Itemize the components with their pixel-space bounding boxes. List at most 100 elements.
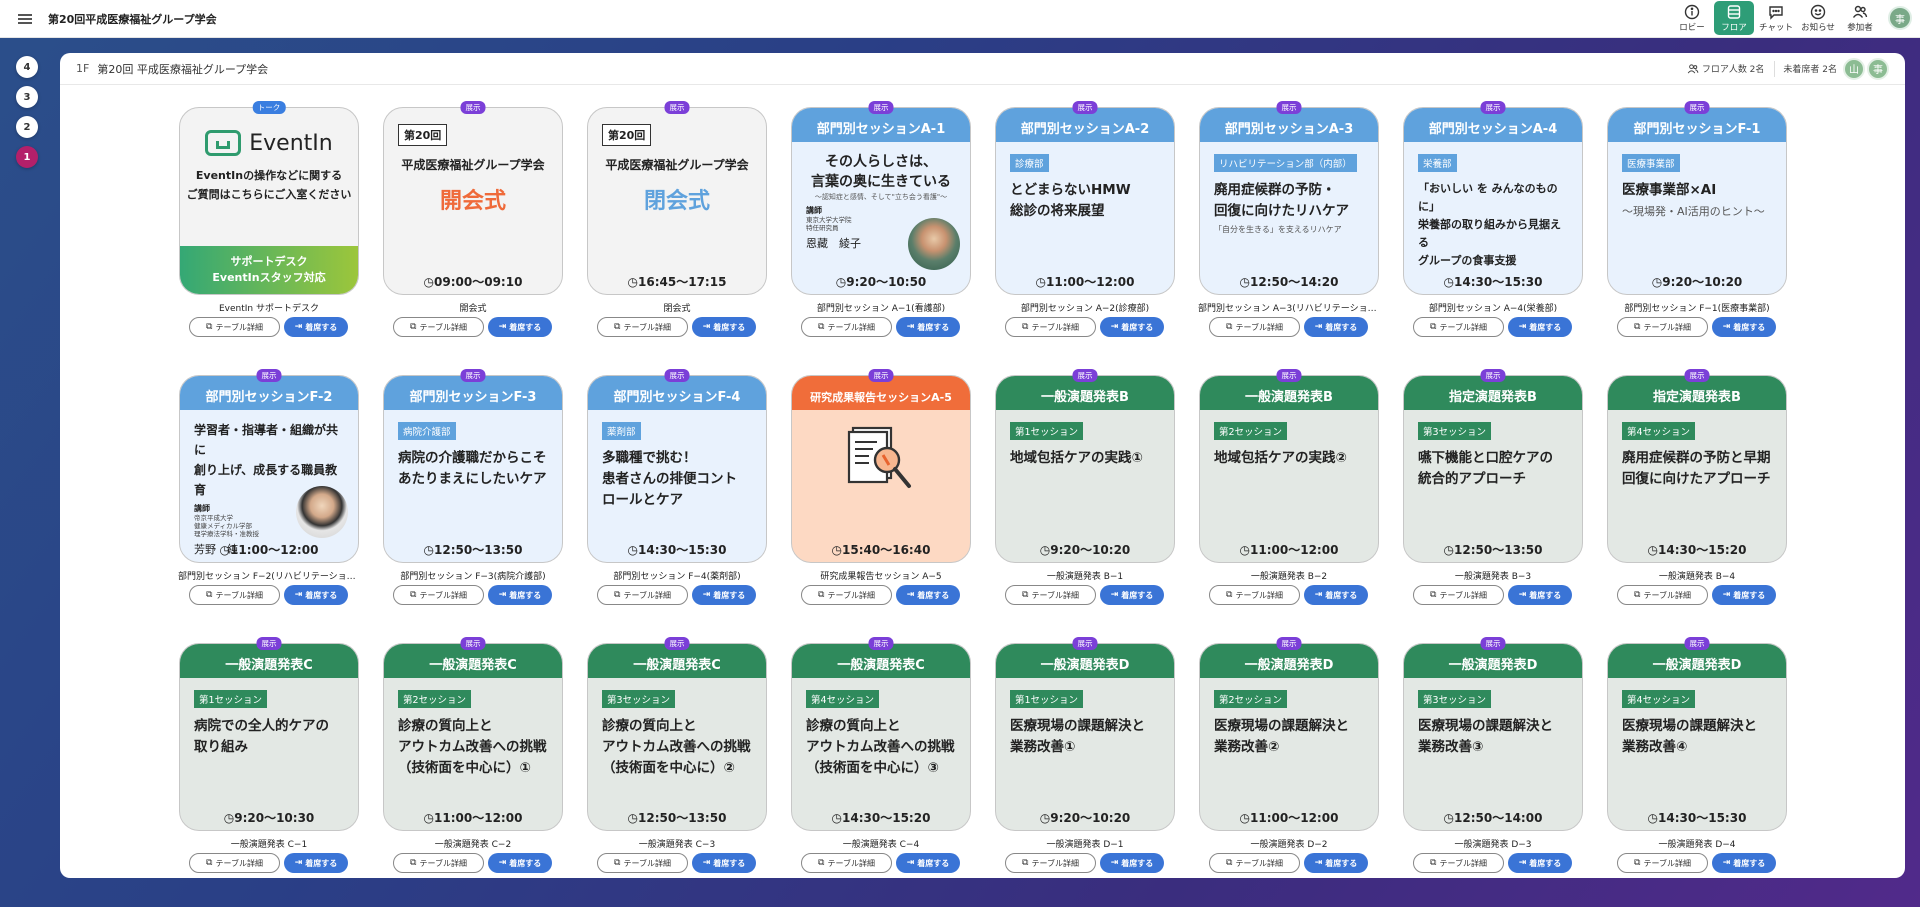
table-detail-button[interactable]: テーブル詳細 [801, 317, 892, 337]
support-footer: サポートデスク EventInスタッフ対応 [180, 246, 358, 294]
type-badge: 展示 [1684, 637, 1710, 650]
table-detail-button[interactable]: テーブル詳細 [393, 317, 484, 337]
nav-chat[interactable]: チャット [1756, 1, 1796, 35]
session-card[interactable]: 一般演題発表D第3セッション医療現場の課題解決と業務改善③12:50〜14:00 [1403, 643, 1583, 831]
session-card[interactable]: 一般演題発表C 第2セッション 診療の質向上と アウトカム改善への挑戦 （技術面を中心に… [383, 643, 563, 831]
session-card[interactable]: 第20回平成医療福祉グループ学会開会式 09:00〜09:10 [383, 107, 563, 295]
seat-button[interactable]: 着席する [692, 853, 756, 873]
nav-lobby[interactable]: ロビー [1672, 1, 1712, 35]
seat-button[interactable]: 着席する [1508, 853, 1572, 873]
seat-button[interactable]: 着席する [1304, 585, 1368, 605]
table-detail-button[interactable]: テーブル詳細 [1413, 585, 1504, 605]
table-detail-button[interactable]: テーブル詳細 [801, 585, 892, 605]
floor-count[interactable]: フロア人数 2名 [1687, 62, 1764, 75]
session-card[interactable]: 指定演題発表B第3セッション嚥下機能と口腔ケアの統合的アプローチ12:50〜13… [1403, 375, 1583, 563]
seat-button[interactable]: 着席する [1712, 853, 1776, 873]
table-detail-button[interactable]: テーブル詳細 [1413, 317, 1504, 337]
seat-button[interactable]: 着席する [692, 585, 756, 605]
table-detail-button[interactable]: テーブル詳細 [1005, 317, 1096, 337]
table-cell: 展示 一般演題発表C 第2セッション 診療の質向上と アウトカム改善への挑戦 （技術面を中… [382, 637, 564, 878]
session-card[interactable]: 一般演題発表C 第3セッション 診療の質向上と アウトカム改善への挑戦 （技術面を中心に… [587, 643, 767, 831]
session-card[interactable]: 一般演題発表B第2セッション地域包括ケアの実践②11:00〜12:00 [1199, 375, 1379, 563]
seat-button[interactable]: 着席する [488, 317, 552, 337]
participant-avatar[interactable]: 事 [1867, 57, 1889, 80]
seat-button[interactable]: 着席する [284, 317, 348, 337]
session-card[interactable]: 部門別セッションA-2診療部とどまらないHMW総診の将来展望11:00〜12:0… [995, 107, 1175, 295]
session-card[interactable]: 一般演題発表B第1セッション地域包括ケアの実践①9:20〜10:20 [995, 375, 1175, 563]
floor-button-1[interactable]: 1 [16, 146, 38, 168]
table-detail-button[interactable]: テーブル詳細 [801, 853, 892, 873]
floor-button-2[interactable]: 2 [16, 116, 38, 138]
table-detail-button[interactable]: テーブル詳細 [393, 853, 484, 873]
table-detail-button[interactable]: テーブル詳細 [597, 853, 688, 873]
title-line: 地域包括ケアの実践① [1010, 450, 1143, 466]
session-card[interactable]: 一般演題発表C 第4セッション 診療の質向上と アウトカム改善への挑戦 （技術面を中心に… [791, 643, 971, 831]
type-badge: 展示 [664, 369, 690, 382]
menu-icon[interactable] [18, 13, 32, 24]
session-card[interactable]: 部門別セッションA-1 その人らしさは、 言葉の奥に生きている 〜認知症と感情、そして… [791, 107, 971, 295]
participant-avatar[interactable]: 山 [1843, 57, 1865, 80]
seat-button[interactable]: 着席する [896, 317, 960, 337]
session-card[interactable]: 部門別セッションA-3 リハビリテーション部（内部） 廃用症候群の予防・ 回復に向けた… [1199, 107, 1379, 295]
table-detail-button[interactable]: テーブル詳細 [1617, 317, 1708, 337]
table-name: 部門別セッション F−1(医療事業部) [1624, 304, 1770, 314]
title-line: （技術面を中心に）① [398, 760, 531, 776]
session-card[interactable]: 一般演題発表D第1セッション医療現場の課題解決と業務改善①9:20〜10:20 [995, 643, 1175, 831]
table-detail-button[interactable]: テーブル詳細 [189, 853, 280, 873]
seat-button[interactable]: 着席する [1304, 853, 1368, 873]
session-card[interactable]: 一般演題発表D第4セッション医療現場の課題解決と業務改善④14:30〜15:30 [1607, 643, 1787, 831]
seat-button[interactable]: 着席する [488, 853, 552, 873]
seat-button[interactable]: 着席する [692, 317, 756, 337]
table-name: 部門別セッション A−4(栄養部) [1428, 304, 1558, 314]
seat-button[interactable]: 着席する [1100, 853, 1164, 873]
session-card[interactable]: 第20回平成医療福祉グループ学会閉会式 16:45〜17:15 [587, 107, 767, 295]
session-card[interactable]: 部門別セッションA-4 栄養部 「おいしい を みんなのものに」 栄養部の取り組みから… [1403, 107, 1583, 295]
table-detail-button[interactable]: テーブル詳細 [1005, 853, 1096, 873]
floor-button-3[interactable]: 3 [16, 86, 38, 108]
session-time: 9:20〜10:50 [792, 273, 970, 290]
seat-button[interactable]: 着席する [1712, 317, 1776, 337]
session-card[interactable]: 一般演題発表C第1セッション病院での全人的ケアの取り組み9:20〜10:30 [179, 643, 359, 831]
table-detail-button[interactable]: テーブル詳細 [393, 585, 484, 605]
session-card[interactable]: 一般演題発表D第2セッション医療現場の課題解決と業務改善②11:00〜12:00 [1199, 643, 1379, 831]
session-card[interactable]: 部門別セッションF-4薬剤部多職種で挑む！患者さんの排便コントロールとケア14:… [587, 375, 767, 563]
session-card[interactable]: EventIn EventInの操作などに関する ご質問はこちらにご入室ください サポ… [179, 107, 359, 295]
seat-button[interactable]: 着席する [1304, 317, 1368, 337]
table-detail-button[interactable]: テーブル詳細 [1209, 585, 1300, 605]
table-detail-button[interactable]: テーブル詳細 [189, 317, 280, 337]
table-detail-button[interactable]: テーブル詳細 [1209, 853, 1300, 873]
table-name: 一般演題発表 B−4 [1658, 572, 1736, 582]
session-card[interactable]: 部門別セッションF-3病院介護部病院の介護職だからこそあたりまえにしたいケア12… [383, 375, 563, 563]
table-detail-button[interactable]: テーブル詳細 [189, 585, 280, 605]
seat-button[interactable]: 着席する [1100, 317, 1164, 337]
session-time: 14:30〜15:30 [588, 541, 766, 558]
seat-button[interactable]: 着席する [284, 853, 348, 873]
seat-button[interactable]: 着席する [1100, 585, 1164, 605]
table-detail-button[interactable]: テーブル詳細 [1413, 853, 1504, 873]
table-detail-button[interactable]: テーブル詳細 [1209, 317, 1300, 337]
seat-button[interactable]: 着席する [1508, 585, 1572, 605]
nav-floor[interactable]: フロア [1714, 1, 1754, 35]
session-card[interactable]: 部門別セッションF-2 学習者・指導者・組織が共に 創り上げ、成長する職員教育 講師帝… [179, 375, 359, 563]
table-detail-button[interactable]: テーブル詳細 [1617, 853, 1708, 873]
table-detail-button[interactable]: テーブル詳細 [1617, 585, 1708, 605]
session-card[interactable]: 研究成果報告セッションA-515:40〜16:40 [791, 375, 971, 563]
user-avatar[interactable]: 事 [1888, 6, 1912, 30]
seat-button[interactable]: 着席する [896, 853, 960, 873]
seat-button[interactable]: 着席する [896, 585, 960, 605]
session-time: 15:40〜16:40 [792, 541, 970, 558]
nav-participants[interactable]: 参加者 [1840, 1, 1880, 35]
table-detail-button[interactable]: テーブル詳細 [597, 317, 688, 337]
seat-button[interactable]: 着席する [1712, 585, 1776, 605]
session-title: 嚥下機能と口腔ケアの 統合的アプローチ [1418, 448, 1568, 490]
table-detail-button[interactable]: テーブル詳細 [597, 585, 688, 605]
seat-button[interactable]: 着席する [1508, 317, 1572, 337]
floor-button-4[interactable]: 4 [16, 56, 38, 78]
session-card[interactable]: 指定演題発表B第4セッション廃用症候群の予防と早期回復に向けたアプローチ14:3… [1607, 375, 1787, 563]
seat-button[interactable]: 着席する [284, 585, 348, 605]
card-actions: テーブル詳細着席する [597, 585, 756, 605]
seat-button[interactable]: 着席する [488, 585, 552, 605]
session-card[interactable]: 部門別セッションF-1医療事業部医療事業部×AI〜現場発・AI活用のヒント〜9:… [1607, 107, 1787, 295]
table-detail-button[interactable]: テーブル詳細 [1005, 585, 1096, 605]
nav-news[interactable]: お知らせ [1798, 1, 1838, 35]
